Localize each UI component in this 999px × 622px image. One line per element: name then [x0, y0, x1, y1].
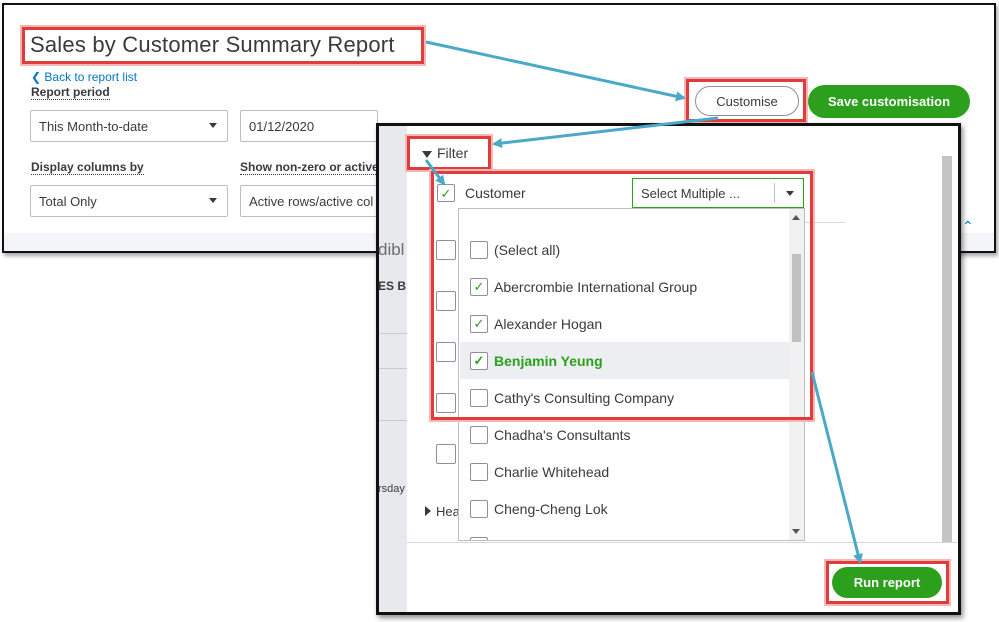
chevron-up-icon[interactable]: ⌃ — [962, 218, 976, 234]
option-checkbox[interactable]: ✓ — [470, 277, 488, 296]
chevron-down-icon — [786, 191, 794, 196]
page-title: Sales by Customer Summary Report — [30, 32, 395, 57]
customer-option[interactable]: Charlie Whitehead — [460, 453, 789, 490]
show-nonzero-select[interactable]: Active rows/active col — [240, 185, 378, 217]
filter-toggle[interactable]: Filter — [437, 145, 468, 161]
option-checkbox[interactable] — [470, 388, 488, 407]
option-label: Cathy's Consulting Company — [494, 389, 675, 406]
option-checkbox[interactable]: ✓ — [470, 314, 488, 333]
customise-button[interactable]: Customise — [695, 86, 799, 116]
date-from-input[interactable]: 01/12/2020 — [240, 110, 378, 142]
customer-select-value: Select Multiple ... — [641, 185, 740, 201]
show-nonzero-label: Show non-zero or active o — [240, 160, 376, 175]
dropdown-scrollbar[interactable] — [789, 209, 804, 540]
date-from-value: 01/12/2020 — [249, 118, 315, 134]
display-columns-label: Display columns by — [31, 160, 144, 175]
filter-checkbox[interactable] — [436, 291, 456, 311]
customer-option[interactable]: Cathy's Consulting Company — [460, 379, 789, 416]
chevron-down-icon — [209, 198, 217, 203]
background-column-fragment: ES B — [378, 279, 407, 293]
background-report-strip — [379, 126, 407, 612]
option-checkbox[interactable]: ✓ — [470, 351, 488, 370]
option-checkbox[interactable] — [470, 425, 488, 444]
option-label: (Select all) — [494, 241, 561, 258]
report-period-value: This Month-to-date — [39, 118, 149, 134]
option-label: Alexander Hogan — [494, 315, 603, 332]
filter-checkbox[interactable] — [436, 444, 456, 464]
filter-checkbox[interactable] — [436, 240, 456, 260]
scroll-up-icon[interactable] — [792, 215, 800, 220]
filter-checkbox[interactable] — [436, 342, 456, 362]
option-label: Benjamin Yeung — [494, 352, 603, 369]
scroll-thumb[interactable] — [792, 254, 801, 342]
chevron-left-icon: ❮ — [31, 70, 45, 84]
panel-scrollbar[interactable] — [942, 156, 952, 546]
option-label: Charlie Whitehead — [494, 463, 610, 480]
customer-filter-label: Customer — [465, 185, 526, 201]
background-heading-fragment: dibl — [378, 240, 405, 259]
customer-option-partial[interactable] — [460, 527, 789, 540]
report-period-label: Report period — [31, 85, 110, 100]
option-label: Cheng-Cheng Lok — [494, 500, 608, 517]
customer-select[interactable]: Select Multiple ... — [632, 178, 804, 208]
customer-option[interactable]: Cheng-Cheng Lok — [460, 490, 789, 527]
option-checkbox[interactable] — [470, 240, 488, 259]
option-label: Abercrombie International Group — [494, 278, 698, 295]
back-to-report-list-link[interactable]: ❮ Back to report list — [31, 70, 137, 84]
customer-option-highlighted[interactable]: ✓ Benjamin Yeung — [460, 342, 789, 379]
back-link-label: Back to report list — [44, 70, 138, 84]
filter-checkbox[interactable] — [436, 393, 456, 413]
save-customisation-button[interactable]: Save customisation — [808, 85, 970, 118]
run-report-button[interactable]: Run report — [832, 567, 942, 598]
display-columns-select[interactable]: Total Only — [30, 185, 228, 217]
caret-down-icon[interactable] — [422, 151, 432, 158]
header-section-toggle[interactable]: Hea — [436, 504, 460, 519]
customer-option-select-all[interactable]: (Select all) — [460, 231, 789, 268]
background-day-fragment: rsday — [378, 483, 405, 495]
customer-option[interactable]: ✓ Abercrombie International Group — [460, 268, 789, 305]
option-checkbox[interactable] — [470, 536, 488, 540]
option-label: Chadha's Consultants — [494, 426, 631, 443]
customer-option[interactable]: Chadha's Consultants — [460, 416, 789, 453]
customer-option[interactable]: ✓ Alexander Hogan — [460, 305, 789, 342]
chevron-down-icon — [209, 123, 217, 128]
option-checkbox[interactable] — [470, 499, 488, 518]
display-columns-value: Total Only — [39, 193, 97, 209]
caret-right-icon[interactable] — [425, 506, 431, 516]
scroll-down-icon[interactable] — [792, 529, 800, 534]
customer-filter-checkbox[interactable]: ✓ — [437, 184, 455, 202]
option-checkbox[interactable] — [470, 462, 488, 481]
customer-dropdown-list[interactable]: (Select all) ✓ Abercrombie International… — [458, 208, 805, 541]
report-period-select[interactable]: This Month-to-date — [30, 110, 228, 142]
show-nonzero-value: Active rows/active col — [249, 193, 374, 209]
